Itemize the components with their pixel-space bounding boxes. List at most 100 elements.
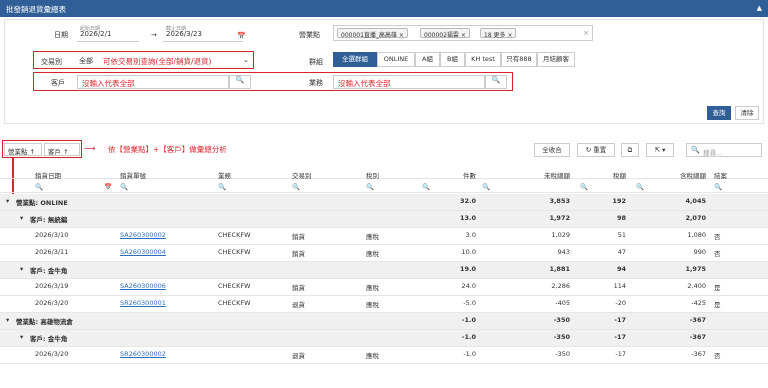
table-row[interactable]: 2026/3/11 SA260300004 CHECKFW 銷貨 應稅 否 10.0 943 4…	[0, 245, 768, 262]
group-khtest-button[interactable]: KH test	[465, 52, 501, 67]
cell-date: 2026/3/20	[35, 350, 69, 358]
store-chip[interactable]: 000002福雲 ×	[420, 28, 470, 39]
group-a-button[interactable]: A組	[415, 52, 440, 67]
store-chip[interactable]: 000001直播_高高雄 ×	[337, 28, 408, 39]
chevron-down-icon[interactable]: ▾	[20, 265, 23, 273]
cell-date: 2026/3/10	[35, 231, 69, 239]
sales-search-icon[interactable]: 🔍	[485, 75, 507, 89]
col-sales[interactable]: 業務	[218, 170, 231, 180]
chevron-down-icon[interactable]: ▾	[6, 316, 9, 324]
filter-search-icon[interactable]: 🔍	[120, 183, 128, 191]
customer-input[interactable]: 沒輸入代表全部	[77, 75, 229, 89]
filter-search-icon[interactable]: 🔍	[636, 183, 644, 191]
chevron-down-icon[interactable]: ▾	[6, 197, 9, 205]
cell-tax: 114	[613, 282, 626, 290]
sales-input[interactable]: 沒輸入代表全部	[333, 75, 485, 89]
groupby-chip-customer[interactable]: 客戶 ↑	[44, 143, 80, 156]
table-row[interactable]: 2026/3/20 SR260300002 退貨 應稅 否 -1.0 -350 -17 -367	[0, 347, 768, 364]
table-row[interactable]: 2026/3/10 SA260300002 CHECKFW 銷貨 應稅 否 3.0 1,029…	[0, 228, 768, 245]
group-row-customer[interactable]: ▾ 客戶: 無統編 13.0 1,972 98 2,070	[0, 211, 768, 228]
col-tax-kind[interactable]: 稅別	[366, 170, 379, 180]
cell-order-no-link[interactable]: SA260300002	[120, 231, 166, 239]
store-chip-more[interactable]: 18 更多 ×	[480, 28, 517, 39]
cell-pretax: 1,972	[549, 214, 570, 222]
chevron-down-icon[interactable]: ▾	[20, 214, 23, 222]
cell-order-no-link[interactable]: SA260300004	[120, 248, 166, 256]
col-order-no[interactable]: 銷貨單號	[120, 170, 146, 180]
cell-closed: 否	[714, 250, 721, 258]
calendar-icon[interactable]: 📅	[237, 32, 246, 40]
reset-button[interactable]: ↻ 重置	[577, 143, 615, 157]
filter-search-icon[interactable]: 🔍	[292, 183, 300, 191]
cell-pretax: -350	[553, 316, 570, 324]
group-online-button[interactable]: ONLINE	[377, 52, 415, 67]
cell-tax-kind: 應稅	[366, 233, 379, 241]
cell-date: 2026/3/19	[35, 282, 69, 290]
table-row[interactable]: 2026/3/19 SA260300006 CHECKFW 銷貨 應稅 是 24.0 2,28…	[0, 279, 768, 296]
cell-qty: 10.0	[461, 248, 476, 256]
date-end-field[interactable]: 截止日期 2026/3/23	[163, 24, 243, 42]
query-button[interactable]: 查詢	[707, 106, 731, 120]
col-tax[interactable]: 稅額	[606, 170, 626, 180]
cell-order-no-link[interactable]: SR260300001	[120, 299, 166, 307]
table-row[interactable]: 2026/3/20 SR260300001 CHECKFW 退貨 應稅 是 -5.0 -405…	[0, 296, 768, 313]
store-label: 營業點	[299, 31, 320, 39]
group-all-button[interactable]: 全選群組	[333, 52, 377, 67]
cell-sales: CHECKFW	[218, 248, 251, 256]
group-row-store[interactable]: ▾ 營業點: 高雄物流倉 -1.0 -350 -17 -367	[0, 313, 768, 330]
filter-search-icon[interactable]: 🔍	[422, 183, 430, 191]
filter-search-icon[interactable]: 🔍	[35, 183, 43, 191]
col-total[interactable]: 含稅總額	[676, 170, 706, 180]
group-row-store[interactable]: ▾ 營業點: ONLINE 32.0 3,853 192 4,045	[0, 194, 768, 211]
cell-tax: -20	[615, 299, 626, 307]
col-txn[interactable]: 交易別	[292, 170, 312, 180]
cell-pretax: -405	[555, 299, 570, 307]
group-label: 客戶: 金牛角	[30, 335, 68, 343]
groupby-chip-store[interactable]: 營業點 ↑	[4, 143, 42, 156]
cell-total: -425	[691, 299, 706, 307]
filter-search-icon[interactable]: 🔍	[366, 183, 374, 191]
filter-search-icon[interactable]: 🔍	[482, 183, 490, 191]
group-monthly-button[interactable]: 月結顧客	[537, 52, 575, 67]
collapse-panel-chevron-up-icon[interactable]: ▲	[757, 4, 762, 12]
cell-tax: -17	[615, 350, 626, 358]
calendar-icon[interactable]: 📅	[104, 183, 112, 191]
filter-search-icon[interactable]: 🔍	[580, 183, 588, 191]
cell-tax: 51	[617, 231, 626, 239]
group-888-button[interactable]: 只有888	[501, 52, 537, 67]
table-search-input[interactable]: 🔍 搜尋...	[686, 143, 762, 157]
txn-select[interactable]: 全部	[77, 53, 97, 67]
col-closed[interactable]: 結案	[714, 170, 727, 180]
filter-search-icon[interactable]: 🔍	[714, 183, 722, 191]
store-multiselect[interactable]: 000001直播_高高雄 × 000002福雲 × 18 更多 × ×	[333, 25, 593, 41]
date-start-value: 2026/2/1	[80, 30, 112, 38]
customer-search-icon[interactable]: 🔍	[229, 75, 251, 89]
collapse-all-button[interactable]: 全收合	[534, 143, 570, 157]
group-row-customer[interactable]: ▾ 客戶: 金牛角 19.0 1,881 94 1,975	[0, 262, 768, 279]
chevron-down-icon[interactable]: ⌄	[243, 56, 249, 64]
col-pretax[interactable]: 未稅總額	[540, 170, 570, 180]
copy-icon[interactable]: ⧉	[621, 143, 639, 157]
cell-qty: -5.0	[463, 299, 476, 307]
group-row-customer[interactable]: ▾ 客戶: 金牛角 -1.0 -350 -17 -367	[0, 330, 768, 347]
cell-order-no-link[interactable]: SA260300006	[120, 282, 166, 290]
export-dropdown-icon[interactable]: ⇱ ▾	[646, 143, 674, 157]
col-qty[interactable]: 件數	[456, 170, 476, 180]
chevron-down-icon[interactable]: ▾	[20, 333, 23, 341]
cell-tax: -17	[614, 333, 626, 341]
col-date[interactable]: 銷貨日期	[35, 170, 61, 180]
date-start-field[interactable]: 起始日期 2026/2/1	[77, 24, 139, 42]
table-header-row: 銷貨日期 銷貨單號 業務 交易別 稅別 件數 未稅總額 稅額 含稅總額 結案	[0, 167, 768, 180]
cell-closed: 否	[714, 352, 721, 360]
cell-pretax: 943	[557, 248, 570, 256]
cell-order-no-link[interactable]: SR260300002	[120, 350, 166, 358]
filter-row: 🔍 📅 🔍 🔍 🔍 🔍 🔍 🔍 🔍 🔍 🔍	[0, 180, 768, 193]
clear-chips-icon[interactable]: ×	[583, 29, 589, 37]
filter-search-icon[interactable]: 🔍	[218, 183, 226, 191]
txn-label: 交易別	[41, 58, 62, 66]
filter-panel: 日期 起始日期 2026/2/1 → 截止日期 2026/3/23 📅 營業點 …	[4, 19, 764, 124]
customer-label: 客戶	[51, 79, 65, 87]
clear-button[interactable]: 清除	[735, 106, 759, 120]
group-b-button[interactable]: B組	[440, 52, 465, 67]
group-button-bar: 全選群組 ONLINE A組 B組 KH test 只有888 月結顧客	[333, 52, 593, 68]
